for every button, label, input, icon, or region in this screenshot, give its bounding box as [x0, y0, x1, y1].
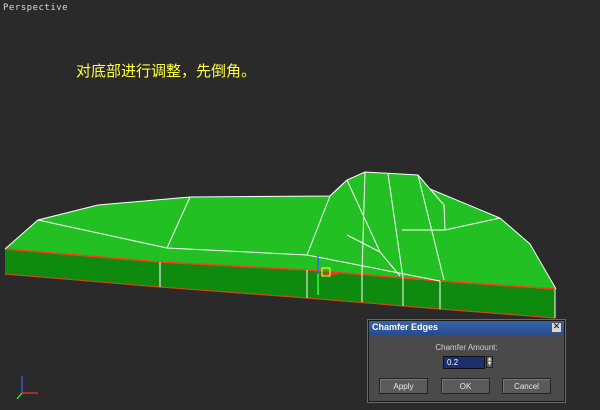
world-axis-tripod — [16, 376, 38, 400]
close-icon[interactable]: ✕ — [551, 322, 562, 333]
chamfer-amount-spinner[interactable]: ▲ ▼ — [486, 356, 493, 368]
chamfer-amount-input[interactable]: 0.2 — [443, 356, 485, 369]
chamfer-edges-dialog[interactable]: Chamfer Edges ✕ Chamfer Amount: 0.2 ▲ ▼ … — [368, 320, 565, 402]
apply-button[interactable]: Apply — [379, 378, 428, 394]
dialog-title: Chamfer Edges — [372, 322, 439, 332]
spinner-down-icon[interactable]: ▼ — [487, 362, 492, 367]
ok-button[interactable]: OK — [441, 378, 490, 394]
cancel-button[interactable]: Cancel — [502, 378, 551, 394]
perspective-viewport[interactable]: Perspective 对底部进行调整，先倒角。 Chamfer Edges ✕… — [0, 0, 600, 410]
chamfer-amount-label: Chamfer Amount: — [435, 343, 498, 352]
dialog-titlebar[interactable]: Chamfer Edges ✕ — [369, 321, 564, 335]
